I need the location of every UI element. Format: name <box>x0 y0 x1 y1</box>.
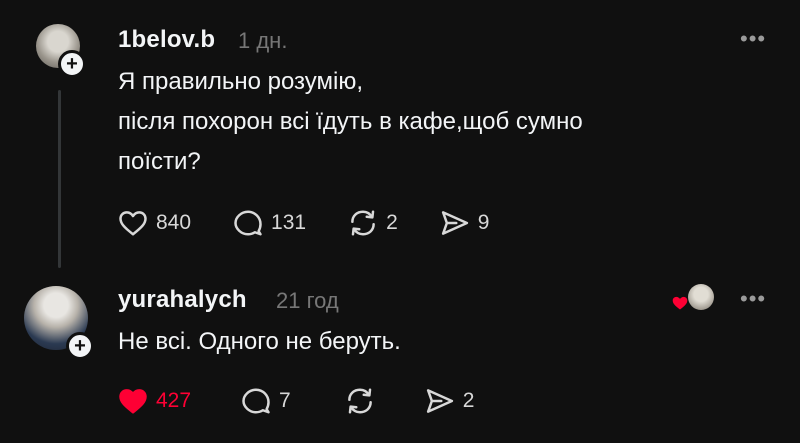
post-text: Не всі. Одного не беруть. <box>118 322 401 362</box>
reply-count: 7 <box>279 389 291 412</box>
post-2: + yurahalych 21 год ••• Не всі. Одного н… <box>0 270 800 443</box>
like-button[interactable]: 840 <box>118 209 191 237</box>
reply-button[interactable]: 131 <box>233 208 306 238</box>
action-bar: 840 131 2 9 <box>118 208 531 238</box>
thread-line <box>58 90 61 268</box>
reply-button[interactable]: 7 <box>241 386 291 416</box>
like-count: 840 <box>156 211 192 234</box>
heart-icon <box>672 296 688 310</box>
post-text-line: поїсти? <box>118 148 201 175</box>
post-text-line: після похорон всі їдуть в кафе,щоб сумно <box>118 108 583 135</box>
post-text: Я правильно розумію, після похорон всі ї… <box>118 62 583 182</box>
repost-icon <box>351 210 375 236</box>
share-button[interactable]: 9 <box>440 209 490 237</box>
liked-by-author-avatar <box>688 284 714 310</box>
repost-button[interactable]: 2 <box>348 208 398 238</box>
repost-icon <box>347 388 372 414</box>
share-button[interactable]: 2 <box>425 387 475 415</box>
heart-icon <box>119 211 147 236</box>
like-count: 427 <box>156 389 192 412</box>
action-bar: 427 7 2 <box>118 386 516 416</box>
comment-icon <box>234 210 262 236</box>
share-icon <box>426 389 453 413</box>
comment-icon <box>242 388 270 414</box>
post-1: + 1belov.b 1 дн. ••• Я правильно розумію… <box>0 0 800 270</box>
post-2-avatar-wrap[interactable]: + <box>24 286 94 360</box>
post-text-line: Не всі. Одного не беруть. <box>118 328 401 355</box>
username[interactable]: yurahalych <box>118 286 247 314</box>
post-text-line: Я правильно розумію, <box>118 68 364 95</box>
timestamp: 1 дн. <box>238 28 288 53</box>
share-count: 2 <box>462 389 475 412</box>
like-button[interactable]: 427 <box>118 387 191 415</box>
more-icon[interactable]: ••• <box>740 26 766 52</box>
heart-icon <box>119 389 147 414</box>
more-icon[interactable]: ••• <box>740 286 766 312</box>
username[interactable]: 1belov.b <box>118 26 215 54</box>
repost-button[interactable] <box>345 386 383 416</box>
reply-count: 131 <box>271 211 307 234</box>
follow-plus-icon[interactable]: + <box>66 332 94 360</box>
share-icon <box>441 211 468 235</box>
follow-plus-icon[interactable]: + <box>58 50 86 78</box>
timestamp: 21 год <box>276 288 339 313</box>
post-1-avatar-wrap[interactable]: + <box>36 24 86 78</box>
share-count: 9 <box>477 211 490 234</box>
repost-count: 2 <box>386 211 398 234</box>
